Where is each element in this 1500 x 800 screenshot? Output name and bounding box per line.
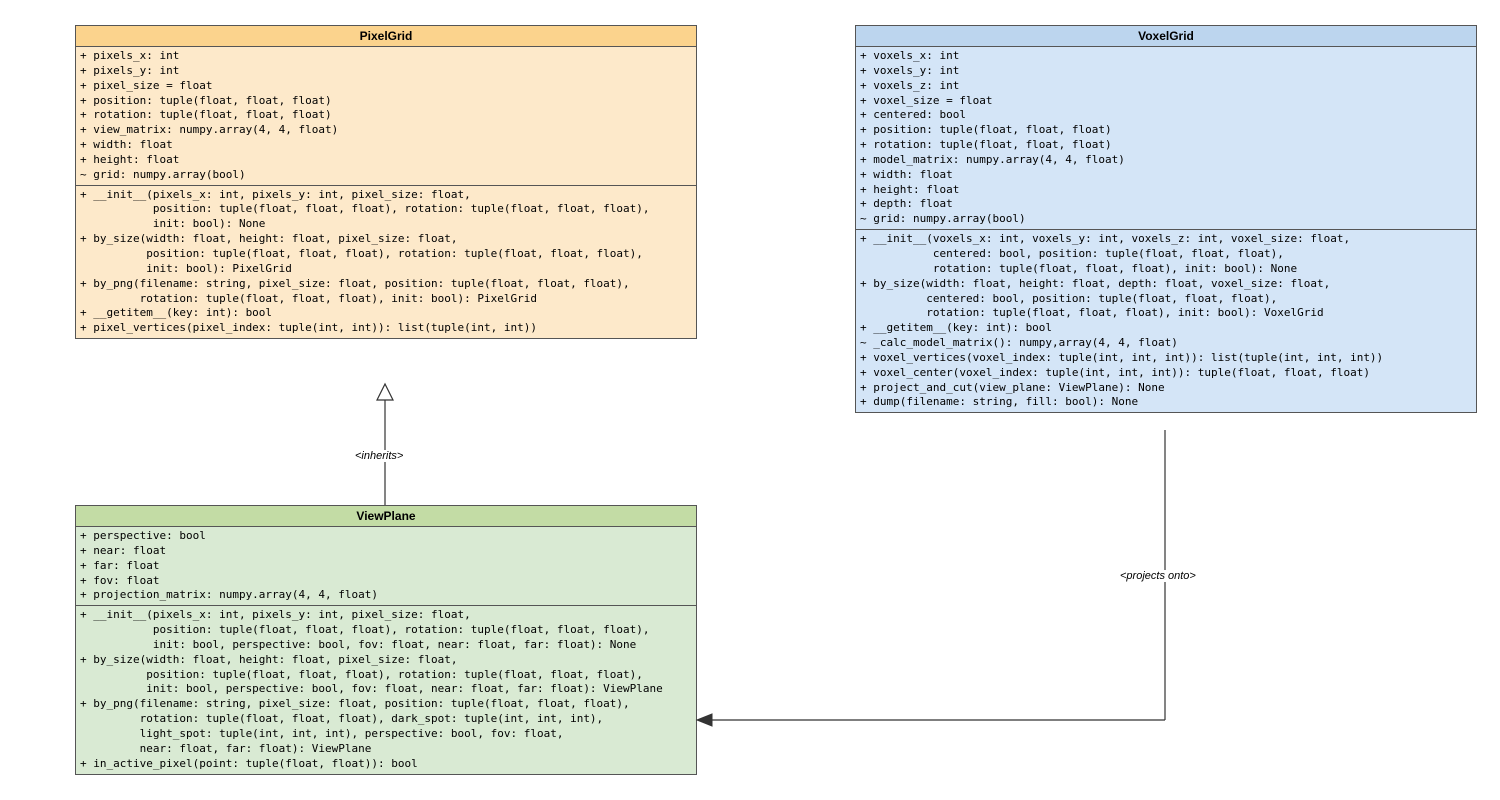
relation-label-inherits: <inherits> <box>355 450 403 462</box>
class-pixelgrid: PixelGrid + pixels_x: int + pixels_y: in… <box>75 25 697 339</box>
class-methods-viewplane: + __init__(pixels_x: int, pixels_y: int,… <box>76 606 696 773</box>
class-methods-voxelgrid: + __init__(voxels_x: int, voxels_y: int,… <box>856 230 1476 412</box>
class-attrs-pixelgrid: + pixels_x: int + pixels_y: int + pixel_… <box>76 47 696 186</box>
class-voxelgrid: VoxelGrid + voxels_x: int + voxels_y: in… <box>855 25 1477 413</box>
class-methods-pixelgrid: + __init__(pixels_x: int, pixels_y: int,… <box>76 186 696 338</box>
class-title-viewplane: ViewPlane <box>76 506 696 527</box>
class-title-voxelgrid: VoxelGrid <box>856 26 1476 47</box>
relation-label-projects: <projects onto> <box>1120 570 1196 582</box>
class-attrs-viewplane: + perspective: bool + near: float + far:… <box>76 527 696 606</box>
class-viewplane: ViewPlane + perspective: bool + near: fl… <box>75 505 697 775</box>
class-title-pixelgrid: PixelGrid <box>76 26 696 47</box>
class-attrs-voxelgrid: + voxels_x: int + voxels_y: int + voxels… <box>856 47 1476 230</box>
